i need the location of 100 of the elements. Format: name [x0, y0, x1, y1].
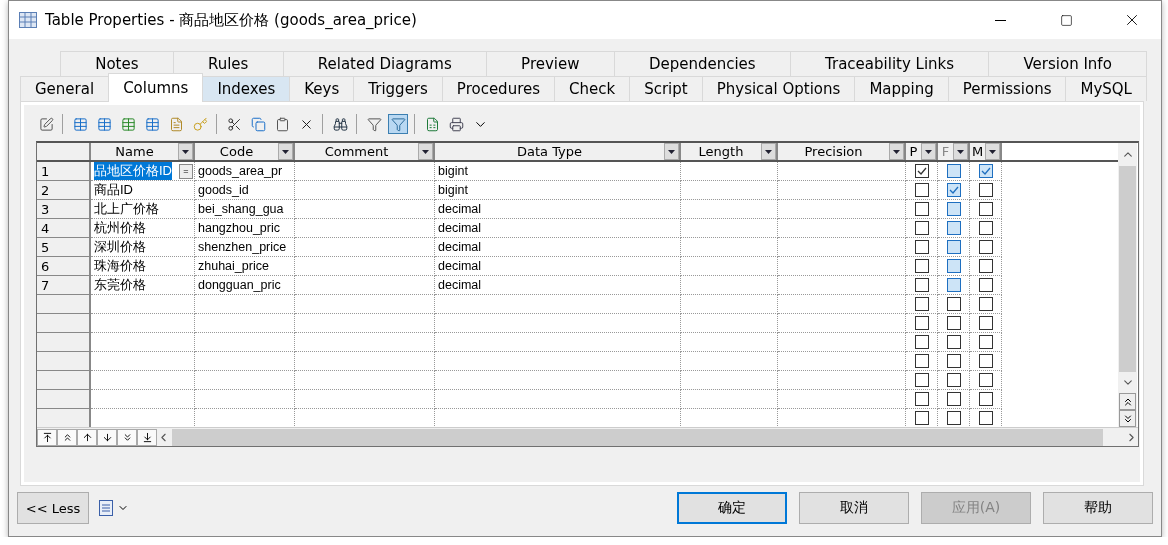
checkbox[interactable] [978, 259, 993, 273]
move-down-button[interactable] [97, 428, 117, 446]
row-header[interactable] [37, 333, 91, 352]
checkbox[interactable] [946, 164, 961, 178]
tab[interactable]: Columns [108, 73, 204, 102]
row-header[interactable] [37, 295, 91, 314]
table-icon [144, 116, 160, 132]
table-icon [72, 116, 88, 132]
dialog-button[interactable]: 帮助 [1043, 492, 1153, 524]
table-icon [19, 12, 37, 28]
scroll-thumb[interactable] [172, 428, 1103, 446]
page-down-button[interactable] [117, 428, 137, 446]
scroll-thumb[interactable] [1119, 166, 1136, 372]
column-header[interactable]: Comment [295, 143, 435, 160]
checkbox[interactable] [946, 354, 961, 368]
row-header[interactable]: 7 [37, 276, 91, 295]
checkbox[interactable] [946, 259, 961, 273]
checkbox[interactable] [946, 297, 961, 311]
column-header[interactable]: Precision [778, 143, 906, 160]
checkbox[interactable] [914, 411, 929, 425]
tab[interactable]: Indexes [202, 76, 291, 101]
row-header[interactable] [37, 314, 91, 333]
checkbox[interactable] [978, 392, 993, 406]
move-bottom-button[interactable] [137, 428, 157, 446]
column-header[interactable]: M [970, 143, 1002, 160]
checkbox[interactable] [978, 411, 993, 425]
checkbox[interactable] [914, 316, 929, 330]
checkbox[interactable] [914, 202, 929, 216]
document-icon[interactable] [99, 500, 113, 516]
column-header[interactable]: P [906, 143, 938, 160]
page-up-button[interactable] [57, 428, 77, 446]
checkbox[interactable] [978, 316, 993, 330]
tab[interactable]: General [20, 76, 110, 101]
row-header[interactable]: 4 [37, 219, 91, 238]
checkbox[interactable] [978, 202, 993, 216]
arrow-up-icon [81, 431, 93, 443]
column-header[interactable]: Data Type [435, 143, 681, 160]
minimize-icon [994, 19, 1006, 21]
row-header[interactable] [37, 352, 91, 371]
checkbox[interactable] [978, 335, 993, 349]
column-header[interactable]: Code [195, 143, 295, 160]
checkbox[interactable] [946, 335, 961, 349]
move-top-button[interactable] [37, 428, 57, 446]
column-header[interactable]: Name [91, 143, 195, 160]
row-header[interactable] [37, 390, 91, 409]
checkbox[interactable] [978, 373, 993, 387]
dialog-button[interactable]: 确定 [677, 492, 787, 524]
checkbox[interactable] [946, 373, 961, 387]
scroll-top-button[interactable] [1119, 393, 1136, 410]
checkbox[interactable] [914, 392, 929, 406]
checkbox[interactable] [978, 297, 993, 311]
table-cell[interactable]: 品地区价格ID [94, 162, 172, 180]
checkbox[interactable] [914, 240, 929, 254]
dialog-button[interactable]: 取消 [799, 492, 909, 524]
checkbox[interactable] [978, 164, 993, 178]
table-cell[interactable]: 东莞价格 [94, 276, 146, 294]
checkbox[interactable] [946, 240, 961, 254]
tab[interactable]: Notes [60, 51, 174, 76]
checkbox[interactable] [946, 392, 961, 406]
checkbox[interactable] [946, 221, 961, 235]
caret-icon [893, 149, 900, 154]
checkbox[interactable] [978, 354, 993, 368]
move-up-button[interactable] [77, 428, 97, 446]
row-header[interactable]: 6 [37, 257, 91, 276]
table-cell[interactable]: 杭州价格 [94, 219, 146, 237]
tab[interactable]: Version Info [988, 51, 1148, 76]
row-header[interactable] [37, 371, 91, 390]
editor-button[interactable]: = [179, 163, 193, 179]
checkbox[interactable] [914, 183, 929, 197]
checkbox[interactable] [914, 164, 929, 178]
checkbox[interactable] [978, 221, 993, 235]
checkbox[interactable] [914, 278, 929, 292]
caret-icon [182, 149, 189, 154]
checkbox[interactable] [946, 183, 961, 197]
row-header[interactable]: 3 [37, 200, 91, 219]
checkbox[interactable] [914, 335, 929, 349]
caret-icon [668, 149, 675, 154]
checkbox[interactable] [914, 297, 929, 311]
table-cell[interactable]: 北上广价格 [94, 200, 159, 218]
row-header[interactable]: 5 [37, 238, 91, 257]
table-cell[interactable]: 商品ID [94, 181, 133, 199]
table-cell[interactable]: 珠海价格 [94, 257, 146, 275]
checkbox[interactable] [946, 278, 961, 292]
checkbox[interactable] [946, 316, 961, 330]
row-header[interactable]: 2 [37, 181, 91, 200]
checkbox[interactable] [914, 354, 929, 368]
checkbox[interactable] [978, 183, 993, 197]
less-button[interactable]: << Less [17, 492, 89, 524]
tab[interactable]: MySQL [1065, 76, 1147, 101]
scroll-bottom-button[interactable] [1119, 410, 1136, 427]
table-cell[interactable]: 深圳价格 [94, 238, 146, 256]
checkbox[interactable] [914, 373, 929, 387]
checkbox[interactable] [914, 221, 929, 235]
checkbox[interactable] [946, 202, 961, 216]
checkbox[interactable] [978, 278, 993, 292]
row-header[interactable]: 1 [37, 162, 91, 181]
checkbox[interactable] [946, 411, 961, 425]
checkbox[interactable] [914, 259, 929, 273]
column-header[interactable]: Length [681, 143, 778, 160]
checkbox[interactable] [978, 240, 993, 254]
